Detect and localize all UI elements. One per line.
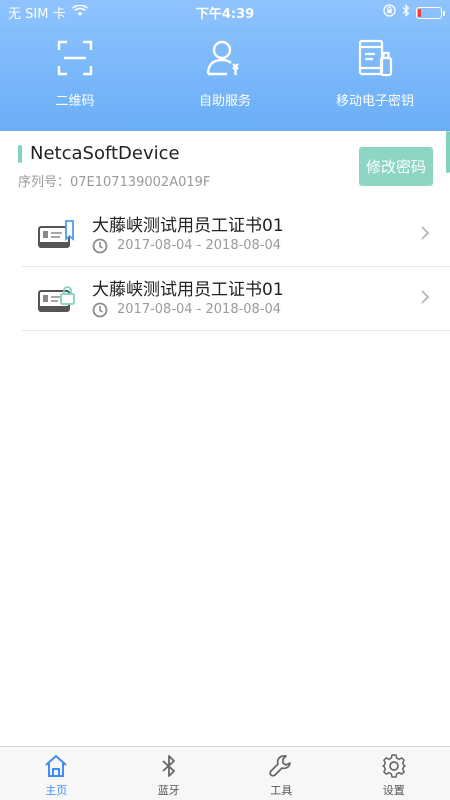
clock-icon bbox=[92, 302, 108, 318]
chevron-right-icon bbox=[421, 226, 430, 240]
tab-bar: 主页 蓝牙 工具 设置 bbox=[0, 746, 450, 800]
device-panel: NetcaSoftDevice 序列号：07E107139002A019F 修改… bbox=[0, 131, 450, 203]
gear-icon bbox=[382, 754, 406, 778]
quick-actions: 二维码 自助服务 移动电子密钥 bbox=[0, 38, 450, 113]
status-bar: 无 SIM 卡 下午4:39 bbox=[0, 0, 450, 24]
certificate-title: 大藤峡测试用员工证书01 bbox=[92, 216, 284, 236]
home-icon bbox=[45, 755, 67, 777]
tab-home[interactable]: 主页 bbox=[0, 747, 113, 800]
qr-code-label: 二维码 bbox=[55, 94, 95, 109]
qr-code-button[interactable]: 二维码 bbox=[0, 38, 150, 113]
scroll-indicator[interactable] bbox=[446, 131, 450, 173]
orientation-lock-icon bbox=[383, 4, 396, 21]
device-serial: 序列号：07E107139002A019F bbox=[18, 175, 211, 190]
bluetooth-status-icon bbox=[402, 4, 410, 21]
battery-level bbox=[418, 8, 421, 17]
tab-tools[interactable]: 工具 bbox=[225, 747, 338, 800]
tab-settings-label: 设置 bbox=[382, 784, 405, 797]
self-service-icon bbox=[206, 40, 239, 76]
device-name: NetcaSoftDevice bbox=[30, 143, 180, 164]
certificate-encryption-icon bbox=[38, 286, 75, 312]
tab-settings[interactable]: 设置 bbox=[338, 747, 450, 800]
mobile-key-label: 移动电子密钥 bbox=[335, 94, 414, 109]
battery-icon bbox=[416, 6, 445, 19]
accent-bar bbox=[18, 145, 22, 163]
certificate-item[interactable]: 大藤峡测试用员工证书01 2017-08-04 - 2018-08-04 bbox=[22, 267, 450, 331]
certificate-signing-icon bbox=[38, 220, 74, 248]
bluetooth-icon bbox=[162, 755, 175, 777]
self-service-label: 自助服务 bbox=[198, 94, 251, 109]
certificate-item[interactable]: 大藤峡测试用员工证书01 2017-08-04 - 2018-08-04 bbox=[22, 203, 450, 267]
certificate-list: 大藤峡测试用员工证书01 2017-08-04 - 2018-08-04 大藤峡… bbox=[22, 203, 450, 331]
mobile-key-icon bbox=[358, 39, 393, 77]
certificate-validity: 2017-08-04 - 2018-08-04 bbox=[117, 302, 282, 317]
mobile-key-button[interactable]: 移动电子密钥 bbox=[300, 38, 450, 113]
tab-bluetooth[interactable]: 蓝牙 bbox=[113, 747, 226, 800]
certificate-validity: 2017-08-04 - 2018-08-04 bbox=[117, 238, 282, 253]
change-password-button[interactable]: 修改密码 bbox=[359, 147, 433, 186]
qr-scan-icon bbox=[57, 40, 93, 76]
wrench-icon bbox=[269, 755, 292, 777]
tab-home-label: 主页 bbox=[45, 784, 68, 797]
certificate-title: 大藤峡测试用员工证书01 bbox=[92, 280, 284, 300]
chevron-right-icon bbox=[421, 290, 430, 304]
clock-icon bbox=[92, 238, 108, 254]
header: 无 SIM 卡 下午4:39 二维码 自助服务 移动电子密钥 bbox=[0, 0, 450, 131]
tab-tools-label: 工具 bbox=[270, 784, 293, 797]
tab-bluetooth-label: 蓝牙 bbox=[157, 784, 180, 797]
self-service-button[interactable]: 自助服务 bbox=[150, 38, 300, 113]
